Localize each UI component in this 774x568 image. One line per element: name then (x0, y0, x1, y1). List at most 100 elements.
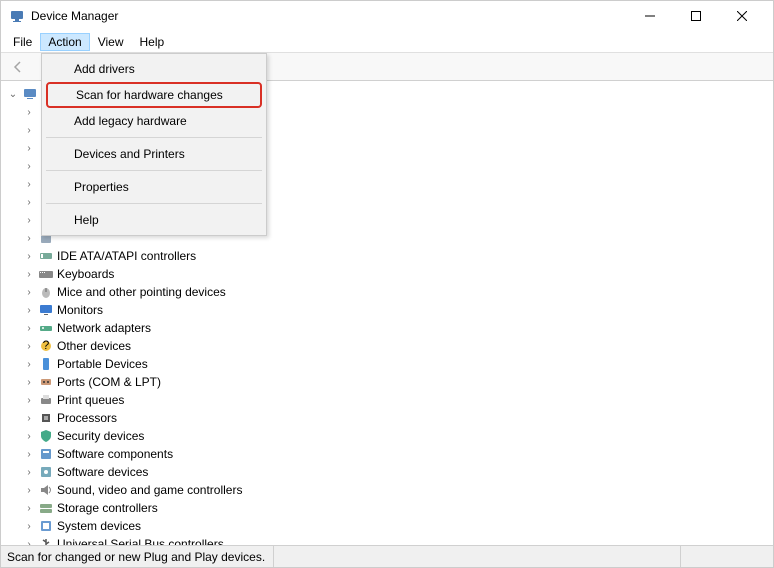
menu-item-properties[interactable]: Properties (44, 174, 264, 200)
tree-item[interactable]: › Keyboards (7, 265, 773, 283)
expander-icon[interactable]: › (23, 467, 35, 478)
swcomp-icon (38, 446, 54, 462)
statusbar-cell-3 (689, 546, 759, 567)
tree-item[interactable]: › Processors (7, 409, 773, 427)
expander-icon[interactable]: › (23, 197, 35, 208)
tree-item-label: Processors (57, 411, 117, 425)
menu-item-add-legacy-hardware[interactable]: Add legacy hardware (44, 108, 264, 134)
tree-item[interactable]: › Network adapters (7, 319, 773, 337)
expander-icon[interactable]: › (23, 269, 35, 280)
ide-icon (38, 248, 54, 264)
tree-item-label: System devices (57, 519, 141, 533)
expander-icon[interactable]: › (23, 323, 35, 334)
expander-icon[interactable]: › (23, 161, 35, 172)
tree-item[interactable]: ›? Other devices (7, 337, 773, 355)
expander-icon[interactable]: › (23, 359, 35, 370)
tree-item[interactable]: › Software components (7, 445, 773, 463)
storage-icon (38, 500, 54, 516)
expander-icon[interactable]: › (23, 377, 35, 388)
tree-item-label: Sound, video and game controllers (57, 483, 242, 497)
tree-item-label: Universal Serial Bus controllers (57, 537, 224, 545)
computer-icon (22, 86, 38, 102)
usb-icon (38, 536, 54, 545)
cpu-icon (38, 410, 54, 426)
statusbar-text: Scan for changed or new Plug and Play de… (7, 546, 274, 567)
security-icon (38, 428, 54, 444)
tree-item[interactable]: ›IDE ATA/ATAPI controllers (7, 247, 773, 265)
tree-item-label: Portable Devices (57, 357, 148, 371)
menu-item-add-drivers[interactable]: Add drivers (44, 56, 264, 82)
tree-item[interactable]: › Print queues (7, 391, 773, 409)
expander-icon[interactable]: › (23, 413, 35, 424)
expander-icon[interactable]: › (23, 107, 35, 118)
mouse-icon (38, 284, 54, 300)
minimize-button[interactable] (627, 1, 673, 31)
expander-icon[interactable]: › (23, 251, 35, 262)
tree-item-label: Network adapters (57, 321, 151, 335)
back-button[interactable] (7, 56, 29, 78)
tree-item[interactable]: › Mice and other pointing devices (7, 283, 773, 301)
action-menu-dropdown: Add driversScan for hardware changesAdd … (41, 53, 267, 236)
tree-item-label: Mice and other pointing devices (57, 285, 226, 299)
tree-item-label: Other devices (57, 339, 131, 353)
window-controls (627, 1, 765, 31)
tree-item[interactable]: › Portable Devices (7, 355, 773, 373)
tree-item-label: Security devices (57, 429, 144, 443)
expander-icon[interactable]: ⌄ (7, 89, 19, 100)
menu-separator (46, 203, 262, 204)
tree-item-label: Ports (COM & LPT) (57, 375, 161, 389)
menu-action[interactable]: Action (40, 33, 89, 51)
tree-item[interactable]: › Ports (COM & LPT) (7, 373, 773, 391)
expander-icon[interactable]: › (23, 503, 35, 514)
expander-icon[interactable]: › (23, 485, 35, 496)
tree-item[interactable]: › System devices (7, 517, 773, 535)
window-title: Device Manager (31, 9, 627, 23)
close-button[interactable] (719, 1, 765, 31)
keyboard-icon (38, 266, 54, 282)
tree-item[interactable]: › Sound, video and game controllers (7, 481, 773, 499)
expander-icon[interactable]: › (23, 215, 35, 226)
titlebar: Device Manager (1, 1, 773, 31)
tree-item-label: Keyboards (57, 267, 114, 281)
expander-icon[interactable]: › (23, 125, 35, 136)
tree-item-label: Storage controllers (57, 501, 158, 515)
network-icon (38, 320, 54, 336)
system-icon (38, 518, 54, 534)
tree-item[interactable]: › Monitors (7, 301, 773, 319)
tree-item-label: Print queues (57, 393, 124, 407)
other-icon: ? (38, 338, 54, 354)
tree-item-label: Software devices (57, 465, 148, 479)
menu-help[interactable]: Help (132, 33, 173, 51)
maximize-button[interactable] (673, 1, 719, 31)
sound-icon (38, 482, 54, 498)
statusbar-cell-2 (571, 546, 681, 567)
tree-item[interactable]: › Security devices (7, 427, 773, 445)
swdev-icon (38, 464, 54, 480)
statusbar: Scan for changed or new Plug and Play de… (1, 545, 773, 567)
menu-file[interactable]: File (5, 33, 40, 51)
expander-icon[interactable]: › (23, 179, 35, 190)
monitor-icon (38, 302, 54, 318)
svg-text:?: ? (43, 338, 50, 352)
tree-item[interactable]: › Storage controllers (7, 499, 773, 517)
tree-item[interactable]: › Software devices (7, 463, 773, 481)
printer-icon (38, 392, 54, 408)
tree-item-label: Monitors (57, 303, 103, 317)
app-icon (9, 8, 25, 24)
tree-item-label: Software components (57, 447, 173, 461)
expander-icon[interactable]: › (23, 143, 35, 154)
expander-icon[interactable]: › (23, 521, 35, 532)
expander-icon[interactable]: › (23, 287, 35, 298)
expander-icon[interactable]: › (23, 305, 35, 316)
expander-icon[interactable]: › (23, 395, 35, 406)
menu-view[interactable]: View (90, 33, 132, 51)
tree-item[interactable]: ›Universal Serial Bus controllers (7, 535, 773, 545)
menu-item-devices-and-printers[interactable]: Devices and Printers (44, 141, 264, 167)
menu-item-scan-for-hardware-changes[interactable]: Scan for hardware changes (46, 82, 262, 108)
expander-icon[interactable]: › (23, 431, 35, 442)
menubar: File Action View Help (1, 31, 773, 53)
menu-item-help[interactable]: Help (44, 207, 264, 233)
expander-icon[interactable]: › (23, 449, 35, 460)
expander-icon[interactable]: › (23, 233, 35, 244)
expander-icon[interactable]: › (23, 341, 35, 352)
